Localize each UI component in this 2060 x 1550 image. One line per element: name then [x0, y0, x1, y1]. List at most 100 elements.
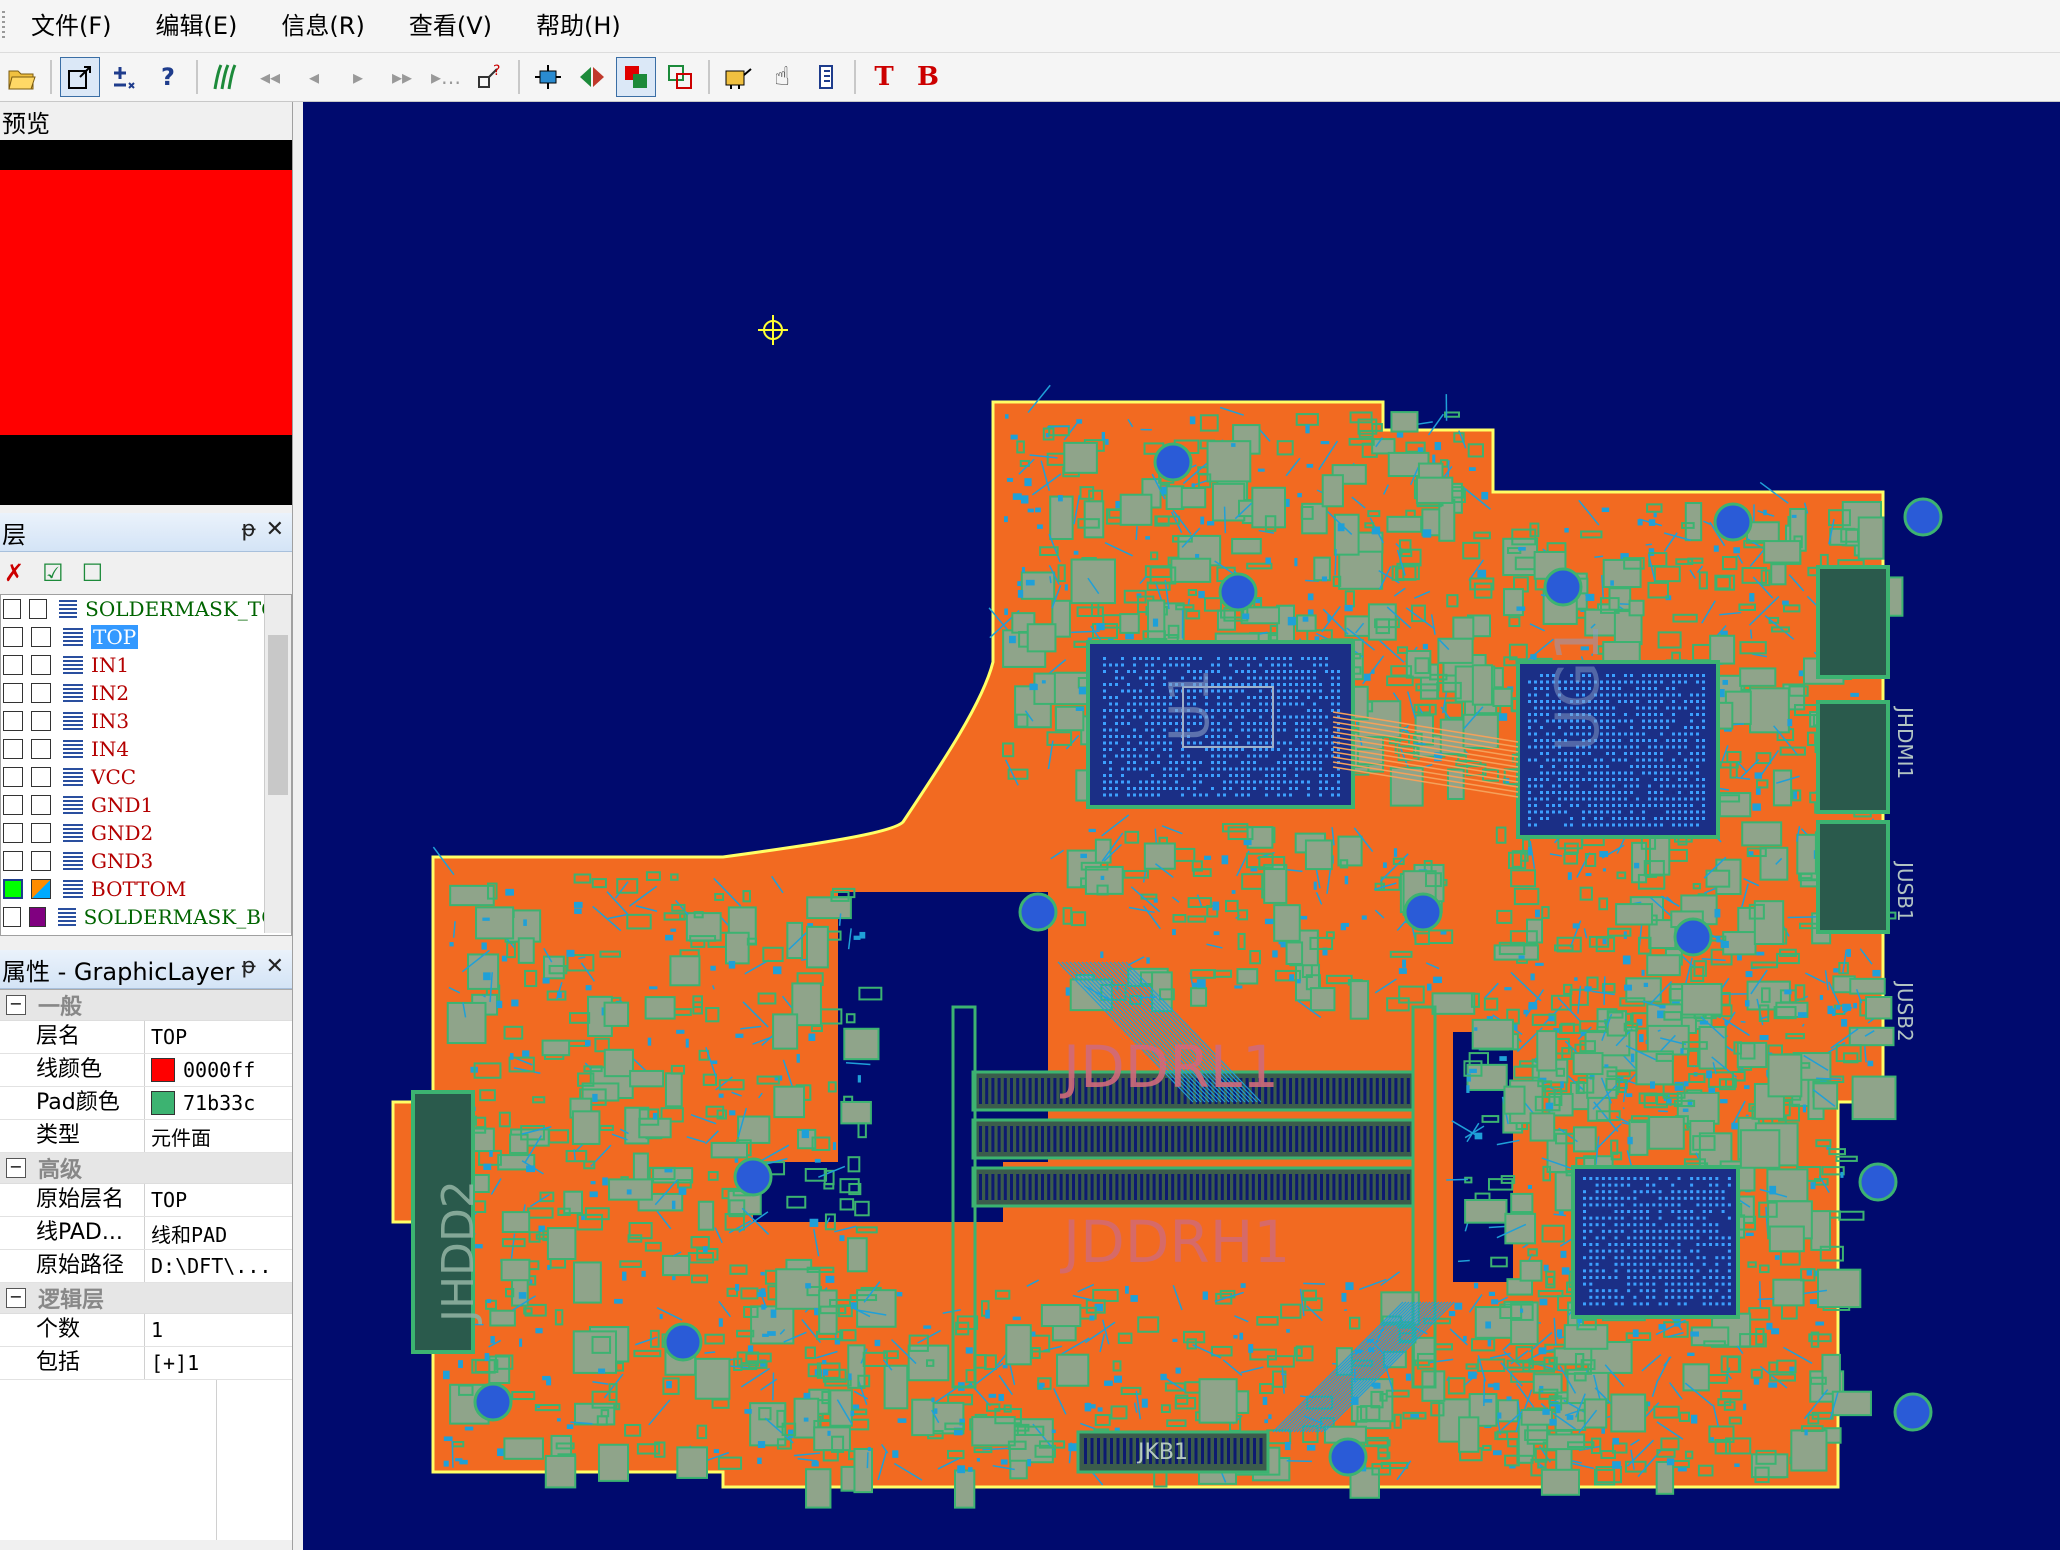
layer-visible-checkbox[interactable]	[3, 907, 21, 927]
layer-color-box[interactable]	[28, 907, 47, 927]
scrollbar-thumb[interactable]	[268, 635, 288, 795]
property-row[interactable]: 线颜色 0000ff	[0, 1054, 292, 1087]
property-row[interactable]: 包括 [+]1	[0, 1347, 292, 1380]
menu-help[interactable]: 帮助(H)	[518, 0, 639, 52]
top-layer-view-icon[interactable]	[616, 57, 656, 97]
net-trace-icon[interactable]	[206, 57, 246, 97]
collapse-icon[interactable]: −	[6, 995, 26, 1015]
layer-visible-checkbox[interactable]	[3, 711, 23, 731]
bga-ball	[1648, 739, 1651, 742]
layer-list[interactable]: SOLDERMASK_TOP TOP IN1 IN2 IN3 IN4 VCC GND1 GND2…	[0, 594, 292, 936]
property-row[interactable]: 线PAD... 线和PAD	[0, 1217, 292, 1250]
layer-color-box[interactable]	[31, 823, 51, 843]
clear-selection-icon[interactable]: ✗	[4, 559, 24, 587]
property-row[interactable]: Pad颜色 71b33c	[0, 1087, 292, 1120]
layer-row[interactable]: BOTTOM	[1, 875, 291, 903]
collapse-icon[interactable]: −	[6, 1158, 26, 1178]
property-row[interactable]: 原始层名 TOP	[0, 1184, 292, 1217]
layer-visible-checkbox[interactable]	[3, 767, 23, 787]
layer-visible-checkbox[interactable]	[3, 599, 22, 619]
highlight-icon[interactable]	[718, 57, 758, 97]
bga-ball	[1265, 722, 1268, 725]
layer-list-scrollbar[interactable]	[264, 595, 291, 933]
pin-icon[interactable]: ᵽ	[241, 517, 256, 542]
pcb-canvas[interactable]: JDDRL1 JDDRH1 JHDD2 JKB1 JUSB1 JUSB2 JHDMI1 U1 U…	[303, 102, 2060, 1550]
layer-row[interactable]: IN1	[1, 651, 291, 679]
layer-color-box[interactable]	[31, 683, 51, 703]
via	[1432, 454, 1436, 464]
help-icon[interactable]: ?	[148, 57, 188, 97]
bga-ball	[1601, 1177, 1605, 1180]
bga-ball	[1265, 657, 1268, 660]
open-file-icon[interactable]	[2, 57, 42, 97]
close-icon[interactable]: ✕	[266, 954, 284, 979]
layer-color-box[interactable]	[31, 767, 51, 787]
layer-color-box[interactable]	[31, 655, 51, 675]
property-row[interactable]: 层名 TOP	[0, 1021, 292, 1054]
select-tool-icon[interactable]	[60, 57, 100, 97]
menu-view[interactable]: 查看(V)	[391, 0, 510, 52]
layer-row[interactable]: SOLDERMASK_BOT	[1, 903, 291, 931]
more-icon[interactable]: ▸…	[426, 57, 466, 97]
close-icon[interactable]: ✕	[266, 517, 284, 542]
collapse-icon[interactable]: −	[6, 1288, 26, 1308]
bottom-layer-view-icon[interactable]	[660, 57, 700, 97]
menu-info[interactable]: 信息(R)	[263, 0, 382, 52]
menu-edit[interactable]: 编辑(E)	[138, 0, 256, 52]
layer-row[interactable]: IN4	[1, 735, 291, 763]
top-text-icon[interactable]: T	[864, 57, 904, 97]
layer-color-box[interactable]	[31, 795, 51, 815]
layer-row[interactable]: VCC	[1, 763, 291, 791]
previous-icon[interactable]: ◂	[294, 57, 334, 97]
last-icon[interactable]: ▸▸	[382, 57, 422, 97]
layer-color-box[interactable]	[31, 739, 51, 759]
property-row[interactable]: 原始路径 D:\DFT\...	[0, 1250, 292, 1283]
layer-row[interactable]: SOLDERMASK_TOP	[1, 595, 291, 623]
layer-visible-checkbox[interactable]	[3, 655, 23, 675]
property-category[interactable]: − 逻辑层	[0, 1283, 292, 1314]
layer-row[interactable]: GND1	[1, 791, 291, 819]
check-all-icon[interactable]: ☑	[42, 559, 64, 587]
layer-visible-checkbox[interactable]	[3, 795, 23, 815]
measure-icon[interactable]	[104, 57, 144, 97]
pan-hand-icon[interactable]: ☝	[762, 57, 802, 97]
first-icon[interactable]: ◂◂	[250, 57, 290, 97]
bga-ball	[1642, 732, 1645, 736]
layer-color-box[interactable]	[31, 711, 51, 731]
layer-visible-checkbox[interactable]	[3, 823, 23, 843]
layer-row[interactable]: GND2	[1, 819, 291, 847]
layer-color-box[interactable]	[29, 599, 48, 619]
via	[1234, 985, 1243, 989]
find-net-icon[interactable]: ?	[470, 57, 510, 97]
uncheck-all-icon[interactable]: ☐	[82, 559, 104, 587]
preview-pane[interactable]	[0, 140, 292, 505]
bga-ball	[1534, 758, 1537, 762]
layer-color-box[interactable]	[31, 879, 51, 899]
component-icon[interactable]	[528, 57, 568, 97]
layer-row[interactable]: TOP	[1, 623, 291, 651]
pin-icon[interactable]: ᵽ	[241, 954, 256, 979]
layer-row[interactable]: IN3	[1, 707, 291, 735]
next-icon[interactable]: ▸	[338, 57, 378, 97]
layer-row[interactable]: IN2	[1, 679, 291, 707]
ddr-pin	[1251, 1174, 1255, 1200]
via	[542, 1375, 551, 1381]
bottom-text-icon[interactable]: B	[908, 57, 948, 97]
property-category[interactable]: − 一般	[0, 990, 292, 1021]
property-category[interactable]: − 高级	[0, 1153, 292, 1184]
property-row[interactable]: 类型 元件面	[0, 1120, 292, 1153]
layer-visible-checkbox[interactable]	[3, 851, 23, 871]
layer-visible-checkbox[interactable]	[3, 683, 23, 703]
flip-icon[interactable]	[572, 57, 612, 97]
layer-row[interactable]: GND3	[1, 847, 291, 875]
layer-visible-checkbox[interactable]	[3, 879, 23, 899]
menu-file[interactable]: 文件(F)	[13, 0, 130, 52]
layer-visible-checkbox[interactable]	[3, 627, 23, 647]
layer-color-box[interactable]	[31, 627, 51, 647]
ruler-icon[interactable]	[806, 57, 846, 97]
property-row[interactable]: 个数 1	[0, 1314, 292, 1347]
layer-color-box[interactable]	[31, 851, 51, 871]
bga-ball	[1265, 780, 1268, 784]
layer-visible-checkbox[interactable]	[3, 739, 23, 759]
bga-ball	[1241, 683, 1244, 686]
